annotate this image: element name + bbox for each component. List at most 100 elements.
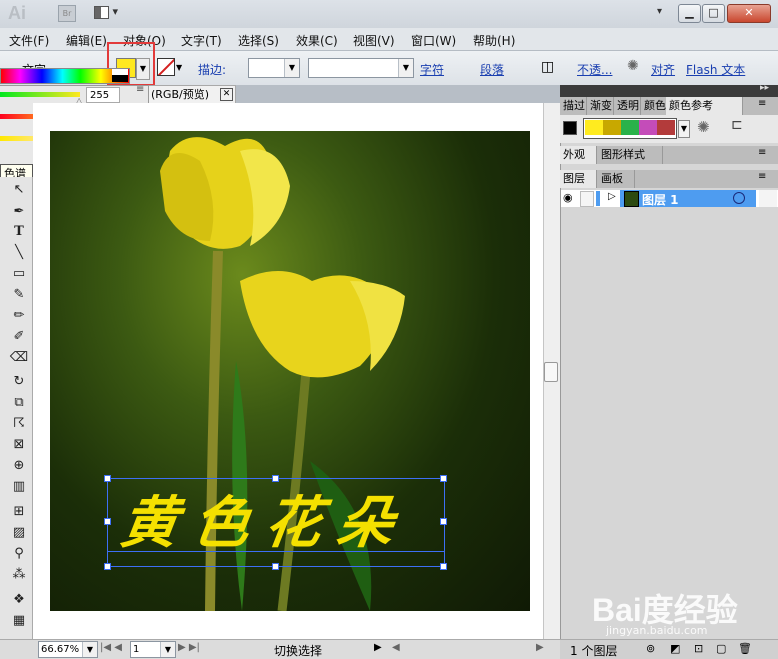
tab-transparency[interactable]: 透明 — [614, 97, 641, 115]
warp-tool-icon[interactable]: ☈ — [9, 415, 29, 433]
blend-tool-icon[interactable]: ⁂ — [9, 566, 29, 584]
zoom-select[interactable]: 66.67% ▼ — [38, 641, 98, 658]
handle-bottom-right[interactable] — [440, 563, 447, 570]
locate-object-icon[interactable]: ⊚ — [646, 642, 655, 655]
handle-top-center[interactable] — [272, 475, 279, 482]
column-graph-icon[interactable]: ▦ — [9, 612, 29, 630]
layer-selection-area[interactable] — [759, 190, 777, 207]
opacity-link[interactable]: 不透... — [577, 61, 612, 78]
eyedropper-icon[interactable]: ⚲ — [9, 545, 29, 563]
layer-name[interactable]: 图层 1 — [642, 191, 679, 208]
bridge-button[interactable]: Br — [58, 5, 76, 22]
edit-colors-icon[interactable]: ✺ — [697, 118, 710, 136]
tab-color-guide[interactable]: 颜色参考 — [666, 97, 743, 115]
new-layer-icon[interactable]: ▢ — [716, 642, 726, 655]
shape-builder-icon[interactable]: ⊕ — [9, 457, 29, 475]
graph-tool-icon[interactable]: ▥ — [9, 478, 29, 496]
tab-graphic-styles[interactable]: 图形样式 — [598, 146, 663, 164]
free-transform-icon[interactable]: ⊠ — [9, 436, 29, 454]
handle-top-right[interactable] — [440, 475, 447, 482]
menu-file[interactable]: 文件(F) — [9, 32, 49, 49]
panel-menu-icon[interactable]: ≡ — [758, 171, 766, 182]
symbol-sprayer-icon[interactable]: ❖ — [9, 591, 29, 609]
vertical-scroll-thumb[interactable] — [544, 362, 558, 382]
menu-select[interactable]: 选择(S) — [238, 32, 279, 49]
stroke-none-swatch[interactable] — [157, 58, 175, 76]
color-spectrum-bar[interactable] — [0, 68, 130, 84]
close-button[interactable]: ✕ — [727, 4, 771, 23]
base-color-swatch[interactable] — [563, 121, 577, 135]
text-bounding-box[interactable] — [107, 478, 445, 567]
document-tab[interactable]: (RGB/预览) ✕ — [148, 85, 236, 105]
workspace-switcher[interactable]: ▾ — [657, 6, 662, 17]
scale-tool-icon[interactable]: ⧉ — [9, 394, 29, 412]
mesh-tool-icon[interactable]: ⊞ — [9, 503, 29, 521]
character-link[interactable]: 字符 — [420, 61, 444, 78]
visibility-eye-icon[interactable]: ◉ — [563, 191, 573, 204]
gradient-tool-icon[interactable]: ▨ — [9, 524, 29, 542]
menu-edit[interactable]: 编辑(E) — [66, 32, 107, 49]
pen-tool-icon[interactable]: ✒ — [9, 203, 29, 221]
red-slider[interactable] — [0, 92, 80, 97]
handle-bottom-center[interactable] — [272, 563, 279, 570]
clipping-mask-icon[interactable]: ◩ — [670, 642, 680, 655]
menu-view[interactable]: 视图(V) — [353, 32, 395, 49]
tab-layers[interactable]: 图层 — [560, 170, 597, 188]
page-select[interactable]: 1 ▼ — [130, 641, 176, 658]
panel-menu-icon[interactable]: ≡ — [136, 84, 144, 95]
delete-layer-icon[interactable]: 🗑 — [738, 642, 752, 655]
close-tab-icon[interactable]: ✕ — [220, 88, 233, 101]
rectangle-tool-icon[interactable]: ▭ — [9, 265, 29, 283]
new-sublayer-icon[interactable]: ⊡ — [694, 642, 703, 655]
handle-middle-left[interactable] — [104, 518, 111, 525]
tab-stroke[interactable]: 描过 — [560, 97, 587, 115]
handle-top-left[interactable] — [104, 475, 111, 482]
pencil-tool-icon[interactable]: ✏ — [9, 307, 29, 325]
menu-help[interactable]: 帮助(H) — [473, 32, 515, 49]
panel-menu-icon[interactable]: ≡ — [758, 147, 766, 158]
menu-window[interactable]: 窗口(W) — [411, 32, 456, 49]
panel-menu-icon[interactable]: ≡ — [758, 98, 766, 109]
paragraph-link[interactable]: 段落 — [480, 61, 504, 78]
harmony-swatch-5[interactable] — [657, 120, 675, 135]
first-page-icon[interactable]: |◀ ◀ — [100, 642, 122, 653]
paintbrush-tool-icon[interactable]: ✎ — [9, 286, 29, 304]
harmony-swatch-4[interactable] — [639, 120, 657, 135]
maximize-button[interactable]: □ — [702, 4, 725, 23]
tab-artboards[interactable]: 画板 — [598, 170, 635, 188]
save-color-group-icon[interactable]: ⊏ — [731, 117, 743, 133]
flash-text-link[interactable]: Flash 文本 — [686, 61, 745, 78]
line-tool-icon[interactable]: ╲ — [9, 244, 29, 262]
handle-middle-right[interactable] — [440, 518, 447, 525]
status-menu-icon[interactable]: ▶ — [374, 642, 382, 653]
scroll-right-icon[interactable]: ▶ — [536, 642, 544, 653]
tab-color[interactable]: 颜色 — [641, 97, 668, 115]
harmony-swatch-3[interactable] — [621, 120, 639, 135]
expand-layer-icon[interactable]: ▷ — [608, 191, 616, 202]
lock-toggle[interactable] — [580, 191, 594, 207]
font-family-select[interactable]: ▼ — [308, 58, 414, 78]
blob-brush-icon[interactable]: ✐ — [9, 328, 29, 346]
scroll-left-icon[interactable]: ◀ — [392, 642, 400, 653]
collapse-panels-icon[interactable]: ▸▸ — [760, 83, 769, 93]
minimize-button[interactable]: ▁ — [678, 4, 701, 23]
last-page-icon[interactable]: ▶ ▶| — [178, 642, 200, 653]
layer-target-icon[interactable] — [733, 192, 745, 204]
stroke-dropdown-icon[interactable]: ▼ — [176, 58, 186, 78]
handle-bottom-left[interactable] — [104, 563, 111, 570]
harmony-swatch-1[interactable] — [585, 120, 603, 135]
arrange-documents-button[interactable]: ▾ — [94, 5, 124, 21]
type-tool-icon[interactable]: T — [9, 223, 29, 241]
recolor-icon[interactable]: ✺ — [627, 58, 639, 74]
harmony-swatch-2[interactable] — [603, 120, 621, 135]
menu-type[interactable]: 文字(T) — [181, 32, 222, 49]
spectrum-black-swatch[interactable] — [112, 75, 128, 82]
brush-icon[interactable]: ◫ — [541, 59, 554, 75]
menu-effect[interactable]: 效果(C) — [296, 32, 338, 49]
stroke-weight-select[interactable]: ▼ — [248, 58, 300, 78]
red-value-field[interactable]: 255 — [86, 87, 120, 103]
stroke-label[interactable]: 描边: — [198, 61, 226, 78]
direct-select-icon[interactable]: ↖ — [9, 181, 29, 199]
tab-appearance[interactable]: 外观 — [560, 146, 597, 164]
align-link[interactable]: 对齐 — [651, 61, 675, 78]
